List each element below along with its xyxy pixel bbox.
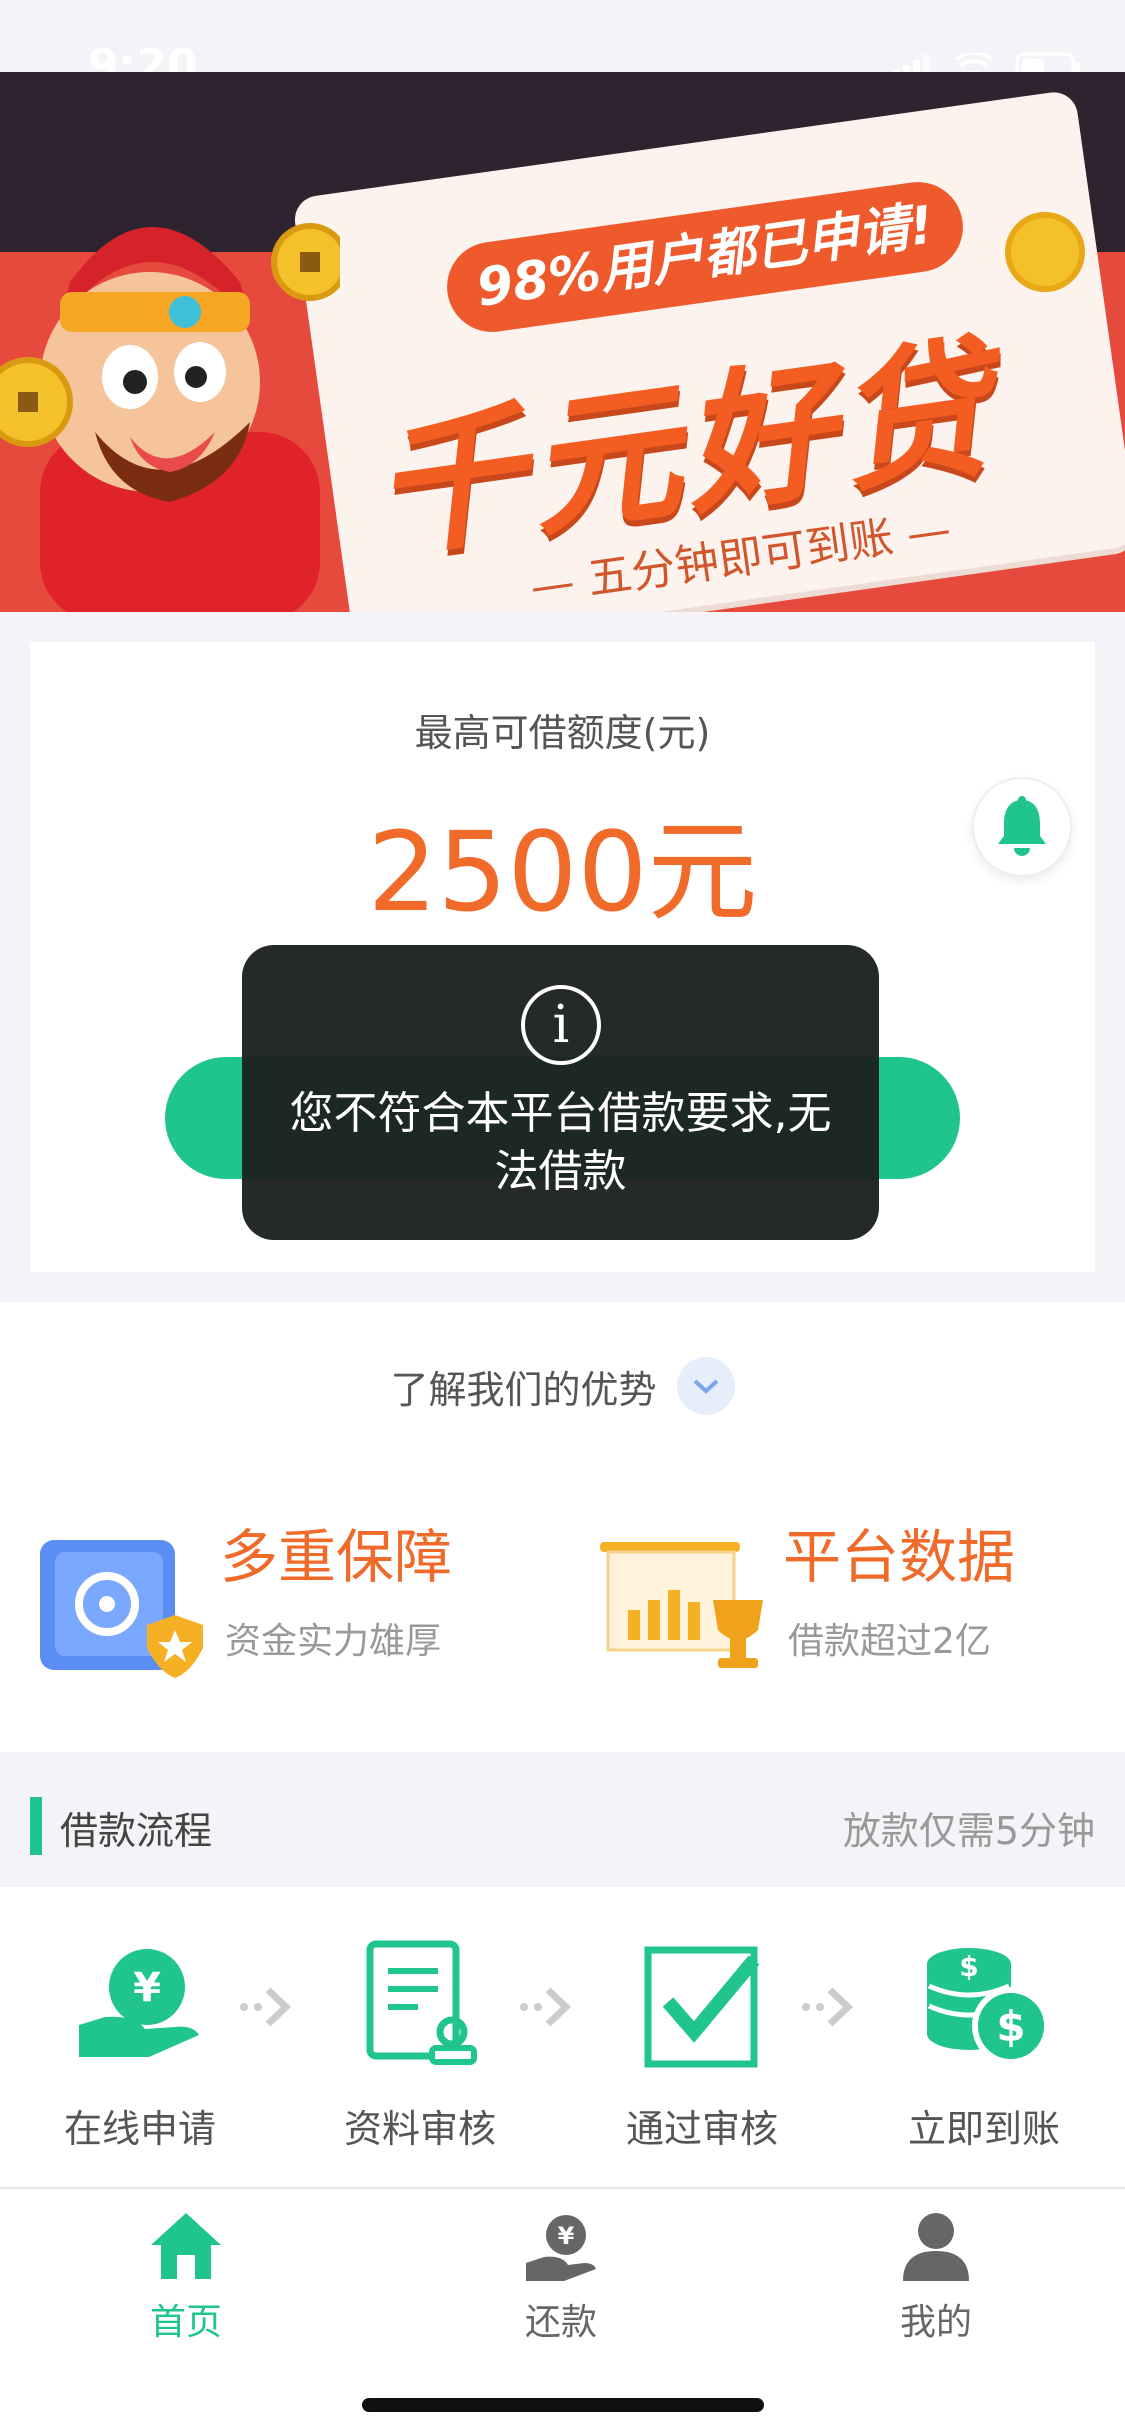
section-marker — [30, 1797, 42, 1855]
step-label: 立即到账 — [907, 2107, 1060, 2151]
safe-icon — [40, 1540, 203, 1678]
step-approved: 通过审核 — [582, 1937, 822, 2153]
chevron-right-icon — [520, 1987, 572, 2027]
home-icon — [151, 2213, 221, 2279]
tab-label: 我的 — [899, 2302, 972, 2343]
advantages-toggle[interactable]: 了解我们的优势 — [0, 1357, 1125, 1415]
chevron-right-icon — [240, 1987, 292, 2027]
process-note: 放款仅需5分钟 — [842, 1809, 1095, 1853]
step-data-review: 资料审核 — [300, 1937, 540, 2153]
feature-platform-data[interactable]: 平台数据 借款超过2亿 — [598, 1510, 1118, 1670]
step-label: 通过审核 — [625, 2107, 778, 2151]
document-stamp-icon — [366, 1940, 477, 2065]
tab-repay[interactable]: ¥ 还款 — [461, 2211, 661, 2345]
advantages-heading: 了解我们的优势 — [390, 1367, 657, 1412]
advantages-section: 了解我们的优势 多重保障 资金实力雄厚 平台数据 借款超过2亿 — [0, 1302, 1125, 1752]
yen-hand-icon: ¥ — [79, 1948, 199, 2057]
tab-mine[interactable]: 我的 — [836, 2211, 1036, 2345]
user-icon — [903, 2213, 969, 2281]
feature-title: 多重保障 — [220, 1523, 453, 1591]
step-instant-payout: $ $ 立即到账 — [864, 1937, 1104, 2153]
status-bar: 9:20 — [0, 0, 1125, 91]
toast-message: 您不符合本平台借款要求,无法借款 — [289, 1088, 832, 1197]
error-toast: i 您不符合本平台借款要求,无法借款 — [242, 945, 879, 1240]
tab-label: 首页 — [149, 2302, 222, 2343]
credit-limit-amount: 2500元 — [367, 808, 758, 936]
step-online-apply: ¥ 在线申请 — [20, 1937, 260, 2153]
svg-text:$: $ — [996, 2002, 1025, 2051]
process-steps: ¥ 在线申请 资料审核 通过审核 $ $ 立即到账 — [0, 1887, 1125, 2187]
step-label: 在线申请 — [63, 2107, 216, 2151]
feature-desc: 借款超过2亿 — [788, 1621, 991, 1662]
coin-decoration — [1005, 212, 1085, 292]
notification-button[interactable] — [972, 777, 1072, 877]
feature-title: 平台数据 — [783, 1523, 1016, 1591]
repay-icon: ¥ — [526, 2215, 596, 2281]
checkbox-icon — [644, 1946, 760, 2067]
feature-security[interactable]: 多重保障 资金实力雄厚 — [35, 1510, 555, 1678]
chevron-down-icon[interactable] — [676, 1357, 735, 1415]
bell-icon — [998, 796, 1046, 856]
process-header: 借款流程 放款仅需5分钟 — [0, 1752, 1125, 1887]
tab-label: 还款 — [524, 2302, 597, 2343]
step-label: 资料审核 — [343, 2107, 496, 2151]
svg-text:¥: ¥ — [558, 2222, 575, 2250]
home-indicator[interactable] — [362, 2398, 764, 2412]
process-title: 借款流程 — [60, 1809, 213, 1853]
feature-desc: 资金实力雄厚 — [225, 1621, 442, 1662]
chevron-right-icon — [802, 1987, 854, 2027]
wealth-god-illustration — [0, 223, 340, 612]
chart-trophy-icon — [600, 1542, 763, 1668]
credit-limit-label: 最高可借额度(元) — [414, 711, 711, 755]
svg-text:$: $ — [959, 1950, 978, 1983]
svg-text:¥: ¥ — [133, 1965, 161, 2011]
dollar-coins-icon: $ $ — [927, 1947, 1049, 2065]
promo-banner[interactable]: 98%用户都已申请! 千元好贷 — 五分钟即可到账 — — [0, 72, 1125, 612]
tab-home[interactable]: 首页 — [86, 2211, 286, 2345]
info-icon: i — [521, 985, 601, 1065]
